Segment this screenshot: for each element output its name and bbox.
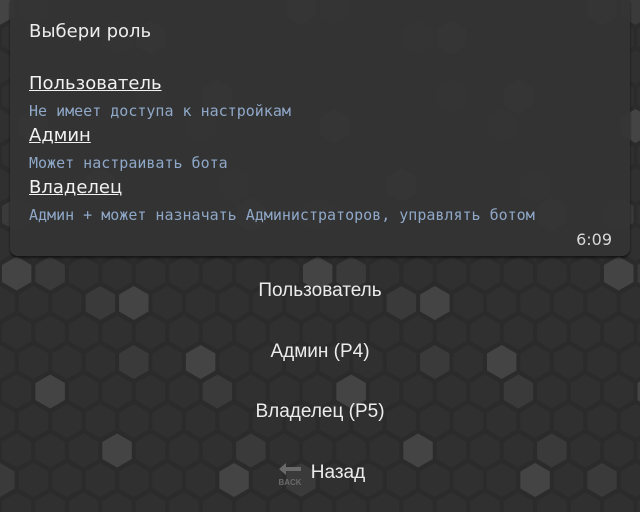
keyboard-button-admin[interactable]: Админ (P4)	[0, 322, 640, 382]
message-bubble: Выбери роль Пользователь Не имеет доступ…	[10, 0, 630, 256]
keyboard-button-back[interactable]: BACK Назад	[0, 443, 640, 503]
role-link-admin[interactable]: Админ	[29, 125, 91, 147]
message-timestamp: 6:09	[576, 230, 612, 249]
back-arrow-icon: BACK	[275, 460, 305, 487]
role-link-user[interactable]: Пользователь	[29, 73, 162, 95]
role-description-admin: Может настраивать бота	[29, 154, 228, 172]
role-link-owner[interactable]: Владелец	[29, 177, 122, 199]
keyboard-button-owner[interactable]: Владелец (P5)	[0, 382, 640, 442]
keyboard-button-user[interactable]: Пользователь	[0, 261, 640, 321]
message-title: Выбери роль	[29, 21, 152, 42]
role-description-user: Не имеет доступа к настройкам	[29, 102, 291, 120]
role-description-owner: Админ + может назначать Администраторов,…	[29, 206, 535, 224]
svg-text:BACK: BACK	[278, 478, 301, 486]
back-button-label: Назад	[310, 462, 366, 483]
